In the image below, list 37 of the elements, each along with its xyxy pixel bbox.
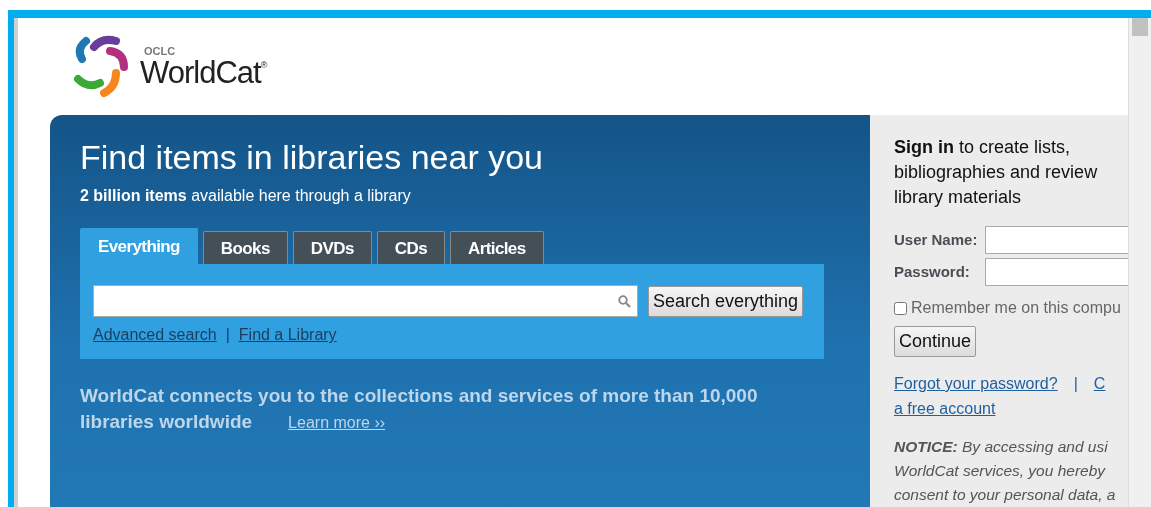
search-tab[interactable]: DVDs: [292, 231, 372, 265]
sign-in-text: library materials: [894, 186, 1022, 209]
search-tab[interactable]: Articles: [450, 231, 544, 265]
link-separator: |: [1073, 375, 1078, 392]
search-button[interactable]: Search everything: [648, 285, 804, 317]
search-icon: [618, 294, 631, 308]
create-account-link[interactable]: C: [1093, 375, 1106, 392]
notice-text: consent to your personal data, a: [894, 485, 1116, 505]
search-tab[interactable]: Everything: [80, 228, 198, 265]
about-text: WorldCat connects you to the collections and services of more than 10,000: [80, 385, 758, 407]
remember-checkbox[interactable]: [894, 301, 907, 315]
field-label: Password:: [894, 261, 971, 282]
notice-text: WorldCat services, you hereby: [894, 461, 1106, 481]
hero-title: Find items in libraries near you: [80, 139, 544, 177]
about-text: libraries worldwide: [80, 411, 253, 433]
scrollbar[interactable]: [1128, 18, 1151, 507]
remember-label: Remember me on this compu: [911, 298, 1121, 318]
scrollbar-thumb[interactable]: [1132, 18, 1148, 36]
field-label: User Name:: [894, 229, 978, 250]
sign-in-text: bibliographies and review: [894, 161, 1098, 184]
learn-more-link[interactable]: Learn more ››: [288, 414, 386, 432]
logo-overline: OCLC: [144, 45, 177, 57]
input-field[interactable]: [985, 226, 1128, 254]
create-account-link[interactable]: a free account: [894, 400, 996, 417]
continue-button[interactable]: Continue: [894, 326, 977, 357]
input-field[interactable]: [985, 258, 1128, 286]
search-tab[interactable]: CDs: [376, 231, 445, 265]
advanced-search-link[interactable]: Advanced search: [93, 323, 217, 348]
find-library-link[interactable]: Find a Library: [238, 323, 337, 348]
forgot-password-link[interactable]: Forgot your password?: [894, 375, 1058, 392]
notice-text: NOTICE: By accessing and usi: [894, 437, 1108, 457]
search-tab[interactable]: Books: [202, 231, 288, 265]
logo-wordmark: WorldCat$^{®}$: [140, 56, 267, 88]
search-field[interactable]: [93, 285, 638, 318]
link-separator: |: [225, 325, 230, 346]
sign-in-text: Sign in to create lists,: [894, 136, 1071, 159]
hero-subtitle: 2 billion items available here through a library: [80, 186, 412, 207]
